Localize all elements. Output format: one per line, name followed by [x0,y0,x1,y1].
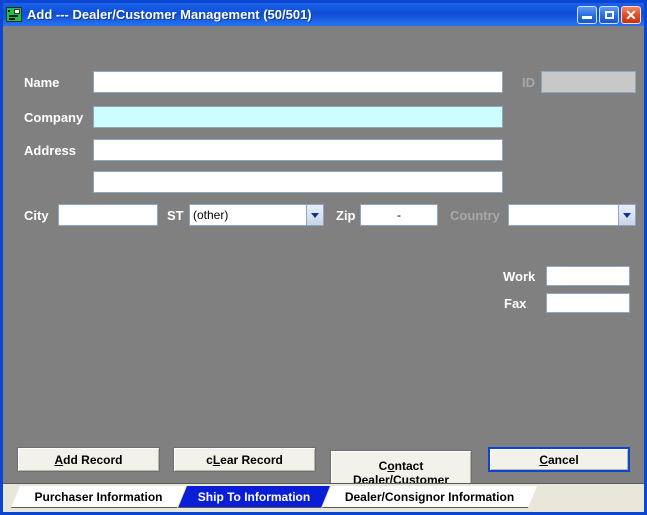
cancel-mnemonic: C [539,452,548,467]
state-label: ST [167,208,184,223]
name-label: Name [24,75,60,90]
zip-label: Zip [336,208,356,223]
fax-label: Fax [504,296,527,311]
cancel-post: ancel [547,452,579,467]
add-record-mnemonic: A [54,452,64,467]
dealer-customer-management-window: Add --- Dealer/Customer Management (50/5… [0,0,647,515]
chevron-down-icon[interactable] [306,205,323,225]
tab-ship-to-information[interactable]: Ship To Information [178,486,330,508]
work-phone-input[interactable] [546,266,630,286]
tab-purchaser-information-label: Purchaser Information [34,489,163,504]
company-input[interactable] [93,106,503,128]
contact-line1-post: ntact [394,458,424,473]
chevron-down-icon[interactable] [618,205,635,225]
zip-input[interactable] [360,204,438,226]
address-line2-input[interactable] [93,171,503,193]
tab-dealer-consignor-information-label: Dealer/Consignor Information [344,489,515,504]
tab-dealer-consignor-information[interactable]: Dealer/Consignor Information [322,486,537,508]
city-input[interactable] [58,204,158,226]
name-input[interactable] [93,71,503,93]
address-label: Address [24,143,77,158]
add-record-button[interactable]: Add Record [17,447,160,472]
maximize-button[interactable] [599,5,619,24]
city-label: City [24,208,49,223]
title-bar[interactable]: Add --- Dealer/Customer Management (50/5… [3,3,644,26]
state-select-value: (other) [193,208,229,222]
window-title: Add --- Dealer/Customer Management (50/5… [27,7,312,22]
form-client-area: Name ID Company Address City ST (other) … [3,26,644,495]
form-record-icon [6,7,22,22]
add-record-post: dd Record [63,452,123,467]
contact-line1-mnemonic: o [387,458,395,473]
fax-phone-input[interactable] [546,293,630,313]
cancel-button[interactable]: Cancel [488,447,630,472]
state-select[interactable]: (other) [189,204,324,226]
tab-purchaser-information[interactable]: Purchaser Information [11,486,186,508]
id-input [541,71,636,93]
country-select[interactable] [508,204,636,226]
clear-record-pre: c [206,452,213,467]
work-label: Work [503,269,536,284]
id-label: ID [522,75,535,90]
address-line1-input[interactable] [93,139,503,161]
tab-ship-to-information-label: Ship To Information [197,489,311,504]
tab-strip: Purchaser Information Ship To Informatio… [3,483,644,512]
window-controls: ✕ [577,5,642,24]
close-button[interactable]: ✕ [621,5,641,24]
company-label: Company [24,110,84,125]
clear-record-post: ear Record [220,452,283,467]
minimize-button[interactable] [577,5,597,24]
country-label: Country [450,208,500,223]
clear-record-button[interactable]: cLear Record [173,447,316,472]
